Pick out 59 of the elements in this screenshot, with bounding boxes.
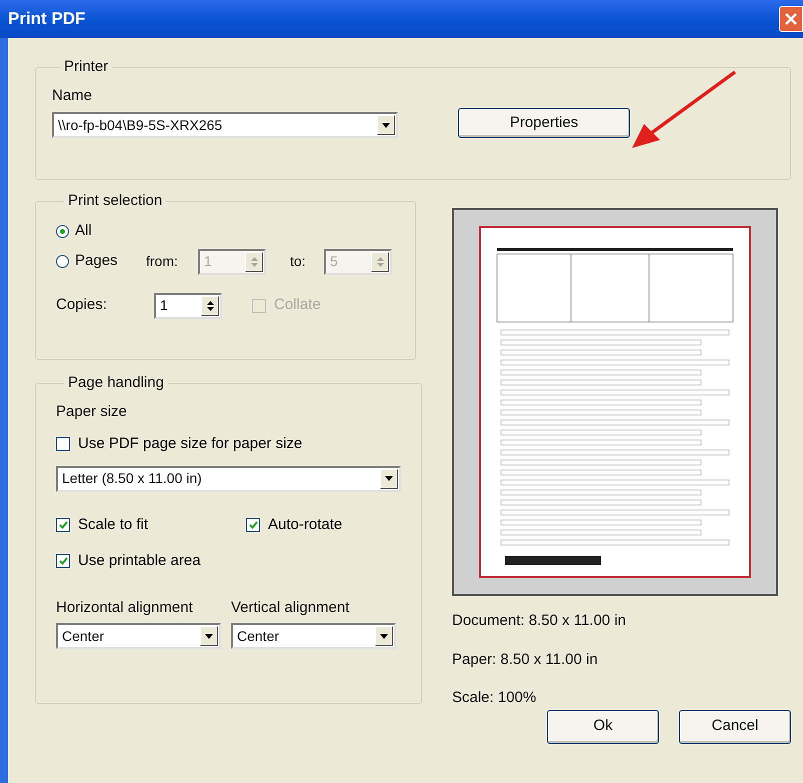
field-label: to:: [290, 252, 307, 271]
dropdown-value: \\ro-fp-b04\B9-5S-XRX265: [57, 116, 224, 135]
spin-value: 5: [329, 252, 339, 271]
spin-button[interactable]: [201, 296, 219, 316]
properties-button[interactable]: Properties: [458, 108, 630, 138]
radio-label: Pages: [75, 251, 118, 272]
field-label: Vertical alignment: [231, 598, 350, 618]
field-label: Copies:: [56, 295, 108, 316]
spin-value: 1: [203, 252, 213, 271]
caret-down-icon: [205, 634, 213, 638]
dropdown[interactable]: Center: [56, 623, 221, 649]
preview-info-text: Document: 8.50 x 11.00 in: [452, 611, 627, 631]
field-label: Paper size: [56, 402, 128, 422]
checkbox[interactable]: [56, 437, 70, 452]
preview-info-text: Paper: 8.50 x 11.00 in: [452, 650, 599, 670]
preview-info-text: Scale: 100%: [452, 688, 538, 708]
caret-down-icon: [380, 634, 388, 638]
dropdown[interactable]: Center: [231, 623, 396, 649]
dropdown-button[interactable]: [375, 626, 393, 646]
up-down-arrows-icon: [206, 300, 214, 312]
checkbox-label: Use printable area: [78, 551, 201, 571]
field-label: Horizontal alignment: [56, 598, 194, 618]
dialog-button[interactable]: Ok: [547, 710, 659, 744]
field-label: Name: [52, 86, 94, 106]
checkmark-icon: [248, 520, 258, 529]
dropdown[interactable]: \\ro-fp-b04\B9-5S-XRX265: [52, 112, 398, 138]
close-button[interactable]: [779, 6, 803, 32]
caret-down-icon: [385, 476, 393, 481]
dropdown-button[interactable]: [377, 115, 395, 135]
dropdown-button[interactable]: [200, 626, 218, 646]
window-title: Print PDF: [8, 8, 86, 30]
checkmark-icon: [58, 520, 68, 529]
checkbox[interactable]: [246, 518, 260, 532]
radio-button[interactable]: [56, 255, 69, 268]
up-down-arrows-icon: [376, 256, 384, 268]
dropdown-value: Center: [236, 626, 280, 646]
spin-field[interactable]: 1: [154, 292, 222, 318]
group-label: Page handling: [67, 373, 165, 393]
dropdown-value: Center: [61, 626, 106, 646]
close-icon: [785, 13, 797, 25]
dialog-button[interactable]: Cancel: [679, 710, 791, 744]
caret-down-icon: [382, 122, 390, 128]
dropdown-value: Letter (8.50 x 11.00 in): [61, 469, 203, 488]
checkbox[interactable]: [56, 554, 70, 568]
checkbox-label: Use PDF page size for paper size: [78, 434, 302, 454]
checkbox-label: Collate: [274, 295, 321, 316]
checkbox-label: Scale to fit: [78, 514, 148, 534]
group-label: Printer: [63, 57, 110, 77]
spin-value: 1: [159, 296, 169, 315]
radio-label: All: [75, 221, 92, 242]
radio-button[interactable]: [56, 225, 69, 238]
checkbox-label: Auto-rotate: [268, 514, 342, 534]
up-down-arrows-icon: [250, 256, 258, 268]
group-label: Print selection: [67, 191, 164, 211]
dropdown-button[interactable]: [380, 468, 398, 488]
checkmark-icon: [58, 557, 68, 566]
field-label: from:: [146, 252, 179, 271]
dropdown[interactable]: Letter (8.50 x 11.00 in): [56, 466, 401, 492]
checkbox[interactable]: [56, 518, 70, 532]
